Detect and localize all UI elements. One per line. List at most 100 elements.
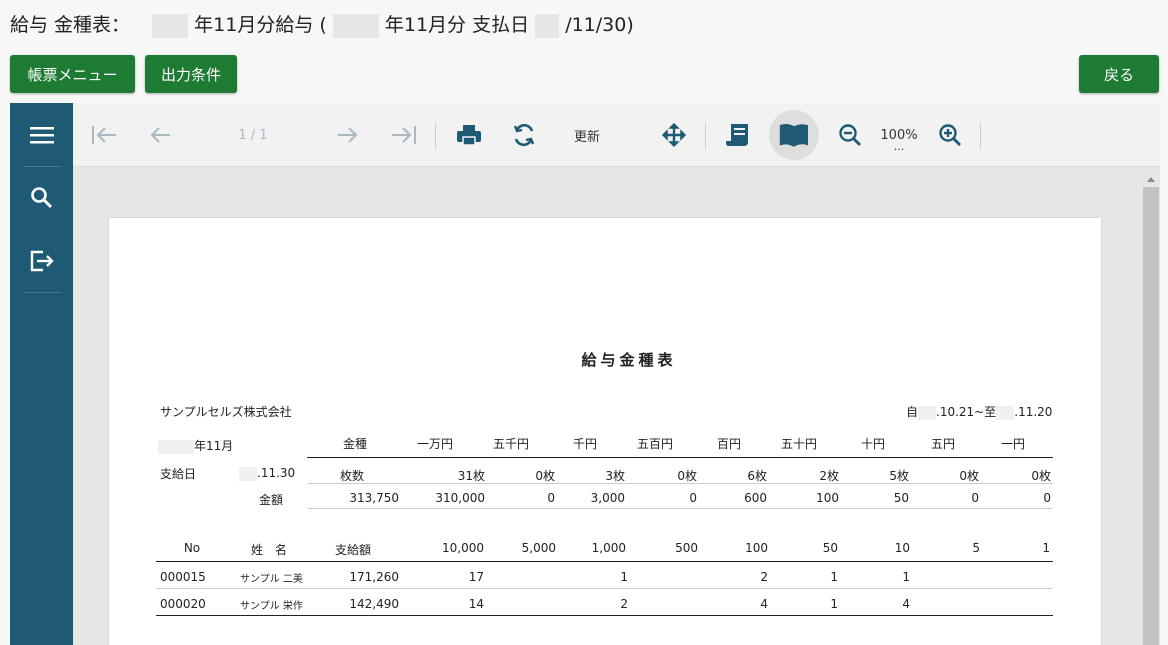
row-no: 000020 [160,597,206,611]
summary-rule [307,457,1053,458]
period-from-date: .10.21~至 [936,405,997,419]
print-icon[interactable] [453,103,485,167]
sidebar-divider [23,292,61,293]
amount-cell: 600 [744,491,767,505]
report-menu-button[interactable]: 帳票メニュー [10,55,135,93]
summary-header-cell: 五百円 [636,437,673,451]
masked-year [239,466,257,481]
single-page-icon[interactable] [721,103,755,167]
period-from-label: 自 [906,405,919,419]
detail-header-cell: 5,000 [521,541,556,555]
row-pay: 171,260 [349,570,399,584]
toolbar-divider [435,123,436,149]
masked-year [158,439,194,454]
summary-header-cell: 一円 [1000,437,1025,451]
row-denomination-count: 1 [830,570,838,584]
masked-year [996,405,1015,420]
first-page-icon[interactable] [87,103,121,167]
summary-header-cell: 五円 [930,437,955,451]
detail-header-cell: 50 [822,541,838,555]
last-page-icon[interactable] [387,103,421,167]
row-denomination-count: 2 [620,597,628,611]
next-page-icon[interactable] [333,103,363,167]
row-rule [156,588,1053,589]
refresh-label[interactable]: 更新 [563,103,611,167]
export-icon[interactable] [10,239,73,283]
back-button[interactable]: 戻る [1079,55,1159,93]
row-pay: 142,490 [349,597,399,611]
period-range: 自 .10.21~至 .11.20 [906,403,1052,420]
amount-cell: 0 [547,491,555,505]
summary-header-cell: 十円 [860,437,885,451]
count-cell: 0枚 [959,469,979,483]
report-title: 給与金種表 [581,351,677,369]
amount-cell: 0 [1043,491,1051,505]
row-denomination-count: 1 [830,597,838,611]
count-cell: 0枚 [1031,469,1051,483]
book-view-icon[interactable] [769,103,819,167]
zoom-level[interactable]: 100% ... [873,103,925,167]
payday-date: .11.30 [239,466,295,481]
previous-page-icon[interactable] [145,103,175,167]
detail-header-cell: 1 [1042,541,1050,555]
count-cell: 0枚 [677,469,697,483]
detail-header-cell: 100 [745,541,768,555]
row-denomination-count: 14 [468,597,484,611]
detail-header-cell: 10,000 [442,541,484,555]
summary-rule [307,508,1053,509]
detail-header-cell: 支給額 [334,543,371,557]
summary-header-cell: 千円 [572,437,597,451]
move-icon[interactable] [659,103,689,167]
summary-header-cell: 金種 [342,437,367,451]
row-denomination-count: 17 [468,570,484,584]
row-denomination-count: 4 [760,597,768,611]
zoom-in-icon[interactable] [935,103,965,167]
row-name: サンプル 栄作 [240,601,303,612]
refresh-icon[interactable] [509,103,539,167]
title-part2: 年11月分 支払日 [384,14,530,36]
search-icon[interactable] [10,176,73,220]
amount-cell: 3,000 [590,491,625,505]
amount-cell: 100 [816,491,839,505]
company-name: サンプルセルズ株式会社 [160,405,292,419]
summary-header-cell: 一万円 [416,437,453,451]
count-cell: 3枚 [605,469,625,483]
count-cell: 6枚 [747,469,767,483]
menu-icon[interactable] [10,113,73,157]
count-cell: 5枚 [889,469,909,483]
output-conditions-button[interactable]: 出力条件 [145,55,237,93]
detail-rule [156,561,1053,562]
row-denomination-count: 1 [620,570,628,584]
detail-header-cell: 10 [894,541,910,555]
zoom-more: ... [893,139,905,153]
page-title: 給与 金種表： 年11月分給与 ( 年11月分 支払日 /11/30) [10,10,634,40]
summary-header-cell: 五千円 [492,437,529,451]
detail-header-cell: 5 [972,541,980,555]
title-part3: /11/30) [565,14,634,36]
amount-cell: 310,000 [435,491,485,505]
row-rule [156,615,1053,616]
payday-date-text: .11.30 [257,466,296,480]
month-label: 年11月 [158,437,233,454]
scroll-thumb[interactable] [1143,187,1159,645]
detail-header-cell: No [183,541,201,555]
detail-header-cell: 500 [675,541,698,555]
detail-header-cell: 姓 名 [250,543,287,557]
amount-cell: 0 [689,491,697,505]
report-viewer[interactable]: 給与金種表 サンプルセルズ株式会社 自 .10.21~至 .11.20 年11月 支… [73,167,1160,645]
masked-year [918,405,937,420]
title-prefix: 給与 金種表： [10,14,131,36]
month-text: 年11月 [194,439,234,453]
amount-cell: 0 [971,491,979,505]
row-no: 000015 [160,570,206,584]
row-denomination-count: 4 [902,597,910,611]
vertical-scrollbar[interactable] [1142,171,1159,645]
masked-year [152,13,189,38]
sidebar-divider [23,166,61,167]
summary-header-cell: 百円 [716,437,741,451]
zoom-out-icon[interactable] [835,103,865,167]
masked-year [332,13,379,38]
title-part1: 年11月分給与 ( [194,14,327,36]
masked-year [535,13,560,38]
scroll-up-icon[interactable] [1143,173,1159,185]
